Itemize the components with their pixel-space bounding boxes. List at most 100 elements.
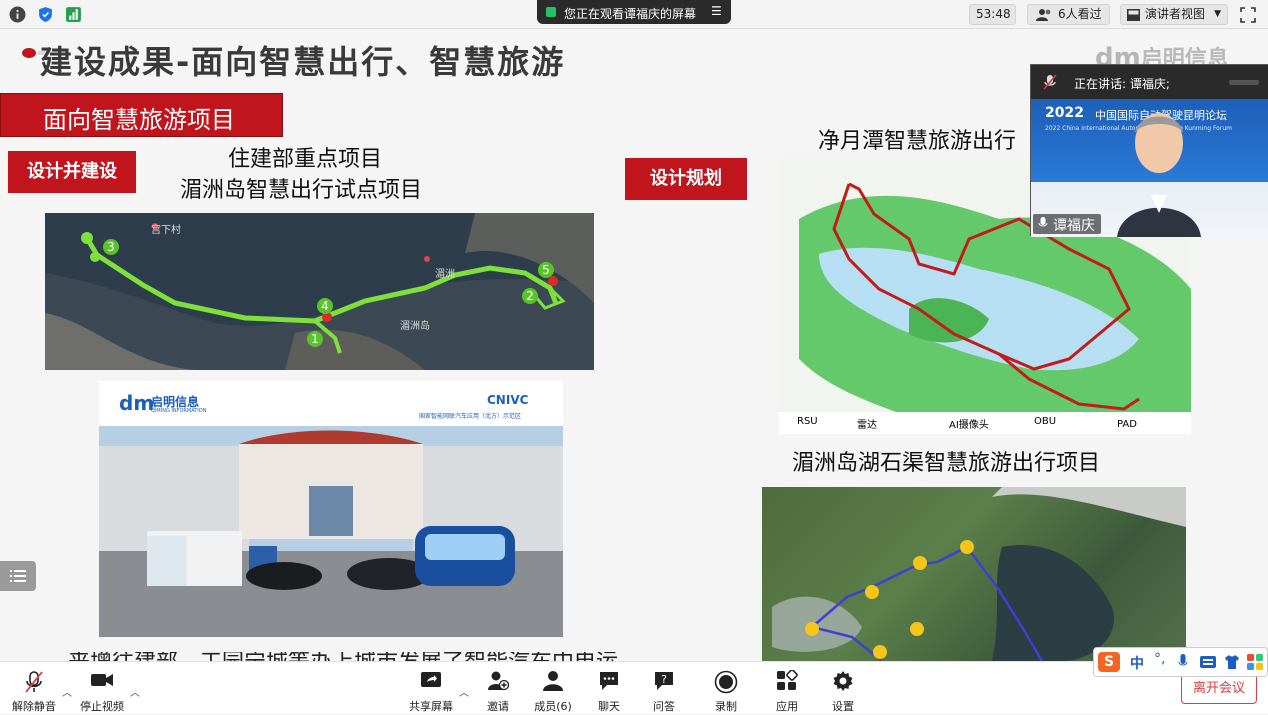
gear-icon bbox=[833, 671, 853, 691]
photo-logo-subtext: QIMING INFORMATION bbox=[151, 408, 207, 414]
meeting-toolbar: 解除静音 ︿ 停止视频 ︿ 共享屏幕 ︿ 邀请 成员(6) 聊天 ? 问答 录制… bbox=[0, 661, 1268, 714]
stop-video-label: 停止视频 bbox=[80, 700, 124, 713]
legend-rsu: RSU bbox=[797, 416, 818, 427]
section-banner: 面向智慧旅游项目 bbox=[0, 93, 283, 137]
map-label: 湄洲 bbox=[435, 269, 455, 280]
map-label: 宫下村 bbox=[151, 225, 181, 236]
sogou-logo-icon[interactable]: S bbox=[1098, 652, 1120, 672]
route-marker: 1 bbox=[307, 331, 323, 347]
record-button[interactable]: 录制 bbox=[706, 662, 746, 715]
info-icon[interactable] bbox=[9, 6, 26, 23]
invite-person-icon bbox=[488, 671, 509, 691]
members-icon bbox=[543, 671, 563, 691]
qa-button[interactable]: ? 问答 bbox=[645, 662, 683, 715]
invite-label: 邀请 bbox=[487, 700, 509, 713]
stop-video-button[interactable]: 停止视频 bbox=[76, 662, 128, 715]
chat-button[interactable]: 聊天 bbox=[590, 662, 628, 715]
shield-icon[interactable] bbox=[37, 6, 54, 23]
legend-ai-camera: AI摄像头 bbox=[949, 420, 989, 431]
share-screen-icon bbox=[421, 672, 441, 687]
video-camera-icon bbox=[91, 674, 113, 686]
speaker-header: 正在讲话: 谭福庆; bbox=[1031, 65, 1268, 99]
viewers-button[interactable]: 6人看过 bbox=[1027, 4, 1110, 25]
legend-radar: 雷达 bbox=[857, 420, 877, 431]
legend-pad: PAD bbox=[1117, 419, 1137, 430]
list-icon bbox=[10, 570, 26, 582]
cnivc-subtext: 国家智能网联汽车应用（北方）示范区 bbox=[419, 413, 522, 420]
audio-wave-icon bbox=[1229, 80, 1259, 85]
share-screen-label: 共享屏幕 bbox=[409, 700, 453, 713]
side-panel-toggle[interactable] bbox=[0, 561, 36, 591]
speaker-name-label: 谭福庆 bbox=[1033, 214, 1101, 234]
screen-share-banner[interactable]: 您正在观看谭福庆的屏幕 ☰ bbox=[537, 0, 731, 24]
chevron-up-icon[interactable]: ︿ bbox=[62, 684, 72, 699]
chevron-up-icon[interactable]: ︿ bbox=[459, 684, 469, 699]
right-heading-bottom: 湄洲岛湖石渠智慧旅游出行项目 bbox=[792, 451, 1101, 476]
route-marker: 2 bbox=[522, 288, 538, 304]
microphone-icon[interactable] bbox=[1178, 654, 1188, 670]
sharing-indicator-icon bbox=[546, 7, 556, 17]
badge-design-plan: 设计规划 bbox=[625, 158, 747, 200]
banner-menu-icon[interactable]: ☰ bbox=[711, 4, 722, 18]
speaker-person-icon bbox=[1117, 113, 1201, 237]
unmute-button[interactable]: 解除静音 bbox=[8, 662, 60, 715]
viewers-count: 6人看过 bbox=[1058, 7, 1102, 21]
settings-label: 设置 bbox=[832, 700, 854, 713]
skin-shirt-icon[interactable] bbox=[1224, 654, 1240, 670]
apps-label: 应用 bbox=[776, 700, 798, 713]
layout-icon bbox=[1127, 9, 1140, 21]
left-heading-line2: 湄洲岛智慧出行试点项目 bbox=[180, 178, 423, 203]
ime-language-toggle[interactable]: 中 bbox=[1130, 653, 1144, 673]
members-label: 成员(6) bbox=[534, 700, 572, 713]
signal-strength-icon[interactable] bbox=[65, 6, 82, 23]
share-screen-button[interactable]: 共享屏幕 bbox=[405, 662, 457, 715]
speaker-name: 谭福庆 bbox=[1053, 218, 1095, 234]
view-mode-dropdown[interactable]: 演讲者视图 ▼ bbox=[1120, 4, 1228, 25]
question-icon: ? bbox=[655, 672, 673, 690]
punctuation-icon[interactable]: °, bbox=[1154, 651, 1165, 667]
svg-text:?: ? bbox=[661, 673, 667, 686]
stone-canal-aerial-map bbox=[762, 487, 1186, 661]
mic-muted-icon bbox=[25, 671, 43, 693]
leave-meeting-button[interactable]: 离开会议 bbox=[1181, 674, 1257, 704]
people-icon bbox=[1036, 9, 1051, 21]
apps-button[interactable]: 应用 bbox=[768, 662, 806, 715]
record-icon bbox=[714, 670, 738, 694]
chat-bubble-icon bbox=[600, 672, 618, 690]
invite-button[interactable]: 邀请 bbox=[478, 662, 518, 715]
right-heading-top: 净月潭智慧旅游出行 bbox=[818, 129, 1017, 154]
left-heading-line1: 住建部重点项目 bbox=[228, 147, 383, 172]
chevron-up-icon[interactable]: ︿ bbox=[130, 684, 140, 699]
share-banner-text: 您正在观看谭福庆的屏幕 bbox=[564, 7, 697, 21]
badge-design-build: 设计并建设 bbox=[8, 151, 136, 193]
demonstration-vehicles-photo: dm 启明信息 QIMING INFORMATION CNIVC 国家智能网联汽… bbox=[99, 381, 563, 637]
route-marker: 5 bbox=[538, 262, 554, 278]
settings-button[interactable]: 设置 bbox=[824, 662, 862, 715]
mic-icon bbox=[1038, 217, 1048, 227]
ime-toolbar[interactable]: S 中 °, bbox=[1093, 647, 1268, 677]
fullscreen-icon[interactable] bbox=[1240, 7, 1256, 23]
legend-obu: OBU bbox=[1034, 416, 1057, 427]
mic-muted-icon bbox=[1043, 74, 1057, 90]
chevron-down-icon: ▼ bbox=[1214, 9, 1221, 19]
qiming-logo-icon: dm bbox=[119, 391, 155, 415]
meeting-timer: 53:48 bbox=[969, 4, 1016, 25]
qa-label: 问答 bbox=[653, 700, 675, 713]
members-button[interactable]: 成员(6) bbox=[530, 662, 576, 715]
record-label: 录制 bbox=[715, 700, 737, 713]
keyboard-icon[interactable] bbox=[1200, 655, 1216, 669]
chat-label: 聊天 bbox=[598, 700, 620, 713]
route-marker: 4 bbox=[317, 298, 333, 314]
map-label: 湄洲岛 bbox=[400, 321, 430, 332]
meeting-top-bar: 您正在观看谭福庆的屏幕 ☰ 53:48 6人看过 演讲者视图 ▼ bbox=[0, 0, 1268, 29]
toolbox-grid-icon[interactable] bbox=[1247, 654, 1263, 670]
slide-title: 建设成果-面向智慧出行、智慧旅游 bbox=[40, 43, 566, 81]
cnivc-logo: CNIVC bbox=[487, 393, 529, 407]
apps-grid-icon bbox=[777, 670, 798, 690]
island-route-map: 3 4 1 2 5 宫下村 湄洲 湄洲岛 bbox=[45, 213, 594, 370]
slide-bottom-text: 来增往建部、工园宁城等办上城市发展了智能汽车中电运 bbox=[68, 652, 618, 661]
speaker-video-feed: 2022 中国国际自动驾驶昆明论坛 2022 China Internation… bbox=[1031, 99, 1268, 237]
speaker-header-text: 正在讲话: 谭福庆; bbox=[1074, 77, 1170, 91]
view-mode-label: 演讲者视图 bbox=[1145, 7, 1206, 21]
active-speaker-video-tile[interactable]: 正在讲话: 谭福庆; 2022 中国国际自动驾驶昆明论坛 2022 China … bbox=[1030, 64, 1268, 237]
